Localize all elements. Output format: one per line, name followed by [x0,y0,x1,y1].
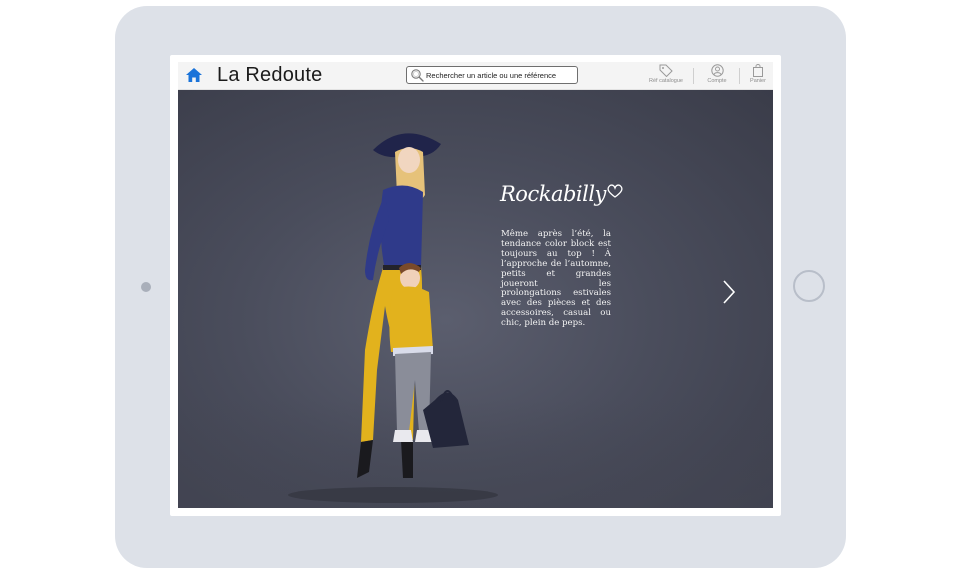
catalog-label: Réf catalogue [649,78,683,84]
heart-icon [607,184,623,198]
app-screen: La Redoute Réf catalogue Compte [170,55,781,516]
hero-photo-models [288,133,498,503]
top-bar: La Redoute Réf catalogue Compte [178,62,773,90]
catalog-button[interactable]: Réf catalogue [644,63,688,88]
toolbar-divider [739,68,740,84]
tag-icon [659,64,673,77]
collection-description: Même après l’été, la tendance color bloc… [501,229,611,329]
user-icon [710,64,724,77]
hero-banner: Rockabilly Même après l’été, la tendance… [178,90,773,508]
search-box[interactable] [406,66,578,84]
account-button[interactable]: Compte [701,63,733,88]
brand-title[interactable]: La Redoute [217,64,322,87]
account-label: Compte [707,78,727,84]
cart-label: Panier [750,78,766,84]
search-icon[interactable] [410,68,424,82]
toolbar-divider [693,68,694,84]
cart-button[interactable]: Panier [744,63,772,88]
collection-title: Rockabilly [500,182,623,206]
tablet-home-button[interactable] [793,270,825,302]
bag-icon [753,64,763,77]
chevron-right-icon[interactable] [721,278,737,306]
tablet-camera [141,282,151,292]
home-icon[interactable] [185,67,203,83]
search-input[interactable] [426,67,574,83]
